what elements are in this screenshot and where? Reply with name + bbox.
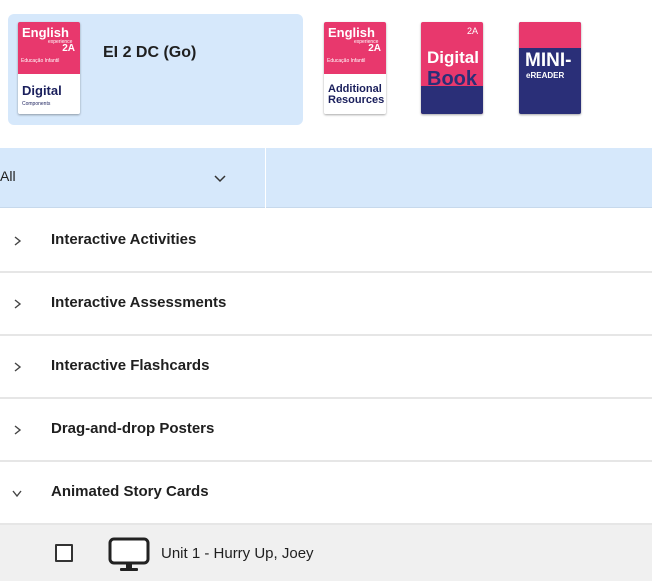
item-checkbox[interactable] xyxy=(55,544,73,562)
section-interactive-activities[interactable]: Interactive Activities xyxy=(0,210,652,273)
filter-bar: All xyxy=(0,148,652,208)
ar-label-2: Resources xyxy=(328,94,385,106)
chevron-right-icon xyxy=(14,362,22,372)
product-title: EI 2 DC (Go) xyxy=(103,44,197,61)
db-label-2: Book xyxy=(427,68,477,90)
section-label: Interactive Flashcards xyxy=(51,357,210,374)
db-level: 2A xyxy=(466,26,478,36)
monitor-icon xyxy=(108,537,150,571)
additional-resources-cover[interactable]: English experience 2A Educação Infantil … xyxy=(324,22,386,114)
ar-level: 2A xyxy=(368,43,381,54)
cover-sublabel: Components xyxy=(22,101,51,107)
ar-brand: English xyxy=(328,25,375,40)
chevron-right-icon xyxy=(14,425,22,435)
cover-level: 2A xyxy=(62,43,75,54)
filter-select[interactable]: All xyxy=(0,148,266,208)
chevron-down-icon xyxy=(12,490,22,498)
digital-components-cover: English experience 2A Educação Infantil … xyxy=(18,22,80,114)
section-label: Animated Story Cards xyxy=(51,483,209,500)
mer-label-2: eREADER xyxy=(526,71,565,80)
section-label: Interactive Assessments xyxy=(51,294,227,311)
list-item[interactable]: Unit 1 - Hurry Up, Joey xyxy=(0,525,652,581)
chevron-right-icon xyxy=(14,236,22,246)
product-card-digital-components[interactable]: English experience 2A Educação Infantil … xyxy=(8,14,303,125)
section-animated-story-cards[interactable]: Animated Story Cards xyxy=(0,462,652,525)
chevron-down-icon xyxy=(214,175,226,183)
section-interactive-flashcards[interactable]: Interactive Flashcards xyxy=(0,336,652,399)
filter-value: All xyxy=(0,168,16,184)
digital-book-cover[interactable]: 2A Digital Book xyxy=(421,22,483,114)
db-label-1: Digital xyxy=(427,48,479,67)
section-label: Interactive Activities xyxy=(51,231,197,248)
section-interactive-assessments[interactable]: Interactive Assessments xyxy=(0,273,652,336)
item-label: Unit 1 - Hurry Up, Joey xyxy=(161,545,314,562)
cover-edu: Educação Infantil xyxy=(21,58,60,64)
chevron-right-icon xyxy=(14,299,22,309)
mini-ereader-cover[interactable]: MINI- eREADER xyxy=(519,22,581,114)
section-drag-and-drop-posters[interactable]: Drag-and-drop Posters xyxy=(0,399,652,462)
ar-label-1: Additional xyxy=(328,83,382,95)
section-label: Drag-and-drop Posters xyxy=(51,420,215,437)
cover-brand: English xyxy=(22,25,69,40)
ar-edu: Educação Infantil xyxy=(327,58,366,64)
cover-label: Digital xyxy=(22,83,62,98)
mer-label-1: MINI- xyxy=(525,50,572,71)
